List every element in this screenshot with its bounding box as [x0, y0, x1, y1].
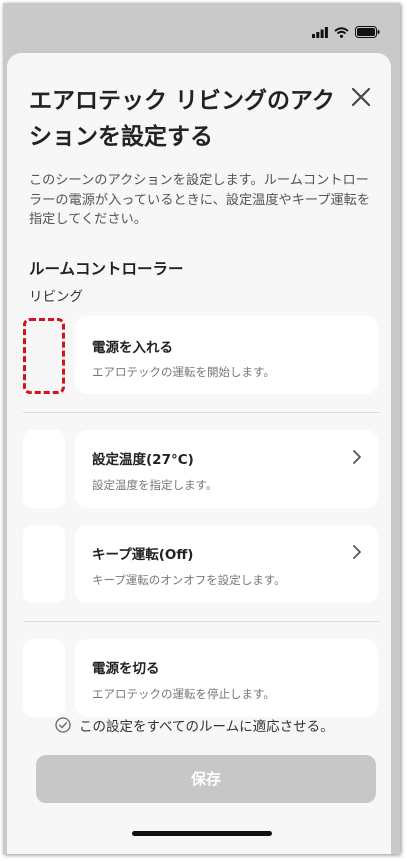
wifi-icon — [334, 26, 349, 38]
sheet-description: このシーンのアクションを設定します。ルームコントローラーの電源が入っているときに… — [29, 173, 371, 227]
action-icon-slot — [23, 525, 65, 603]
save-button[interactable]: 保存 — [36, 755, 376, 803]
status-bar — [312, 26, 380, 38]
action-card-keep-operation[interactable]: キープ運転(Off) キープ運転のオンオフを設定します。 — [75, 525, 378, 603]
action-title: 電源を切る — [92, 661, 160, 677]
action-title: 電源を入れる — [92, 340, 173, 356]
action-title: 設定温度(27°C) — [92, 452, 194, 468]
action-settings-sheet: エアロテック リビングのアクションを設定する このシーンのアクションを設定します… — [7, 53, 391, 854]
action-subtitle: エアロテックの運転を停止します。 — [92, 687, 275, 701]
phone-screen: エアロテック リビングのアクションを設定する このシーンのアクションを設定します… — [3, 3, 400, 854]
apply-all-rooms-option[interactable]: この設定をすべてのルームに適応させる。 — [55, 715, 334, 735]
divider — [23, 412, 380, 413]
home-indicator[interactable] — [132, 831, 272, 836]
action-subtitle: エアロテックの運転を開始します。 — [92, 365, 275, 379]
action-card-set-temperature[interactable]: 設定温度(27°C) 設定温度を指定します。 — [75, 430, 378, 508]
action-icon-slot — [23, 430, 65, 508]
check-circle-icon[interactable] — [55, 717, 71, 733]
battery-icon — [355, 26, 380, 38]
action-card-power-on[interactable]: 電源を入れる エアロテックの運転を開始します。 — [75, 316, 378, 394]
action-icon-slot — [23, 639, 65, 717]
apply-all-rooms-label: この設定をすべてのルームに適応させる。 — [79, 719, 334, 735]
sheet-title: エアロテック リビングのアクションを設定する — [29, 88, 335, 150]
chevron-right-icon — [353, 450, 361, 464]
action-subtitle: キープ運転のオンオフを設定します。 — [92, 573, 286, 587]
action-card-power-off[interactable]: 電源を切る エアロテックの運転を停止します。 — [75, 639, 378, 717]
action-icon-slot-highlighted — [23, 318, 65, 394]
divider — [23, 621, 380, 622]
controller-heading: ルームコントローラー — [29, 260, 184, 278]
cellular-signal-icon — [312, 26, 328, 38]
action-title: キープ運転(Off) — [92, 547, 194, 563]
action-subtitle: 設定温度を指定します。 — [92, 478, 218, 492]
close-icon[interactable] — [349, 85, 373, 109]
chevron-right-icon — [353, 545, 361, 559]
room-label: リビング — [29, 289, 83, 305]
